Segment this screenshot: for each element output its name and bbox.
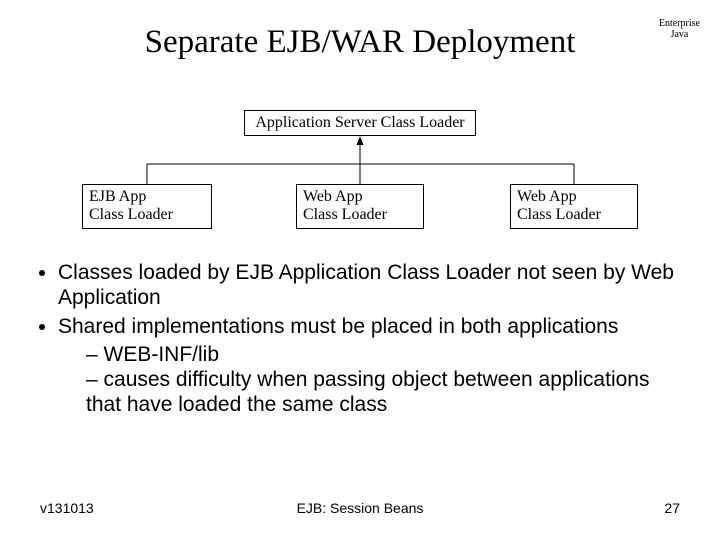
slide: Enterprise Java Separate EJB/WAR Deploym… (0, 0, 720, 540)
bullet-2: Shared implementations must be placed in… (58, 314, 680, 417)
slide-title: Separate EJB/WAR Deployment (0, 24, 720, 61)
header: Separate EJB/WAR Deployment (0, 24, 720, 61)
footer-page-number: 27 (664, 500, 680, 516)
box-web-loader-1: Web App Class Loader (296, 184, 424, 229)
bullet-2-text: Shared implementations must be placed in… (58, 315, 618, 338)
footer-version: v131013 (40, 500, 94, 516)
bullet-2b: causes difficulty when passing object be… (86, 367, 680, 417)
diagram: Application Server Class Loader EJB App … (0, 110, 720, 240)
bullet-list: Classes loaded by EJB Application Class … (40, 260, 680, 421)
box-app-server-loader: Application Server Class Loader (244, 110, 476, 136)
footer: v131013 EJB: Session Beans 27 (40, 500, 680, 516)
bullet-2a: WEB-INF/lib (86, 342, 680, 367)
bullet-1: Classes loaded by EJB Application Class … (58, 260, 680, 310)
footer-title: EJB: Session Beans (40, 500, 680, 516)
box-web-loader-2: Web App Class Loader (510, 184, 638, 229)
box-ejb-loader: EJB App Class Loader (82, 184, 212, 229)
